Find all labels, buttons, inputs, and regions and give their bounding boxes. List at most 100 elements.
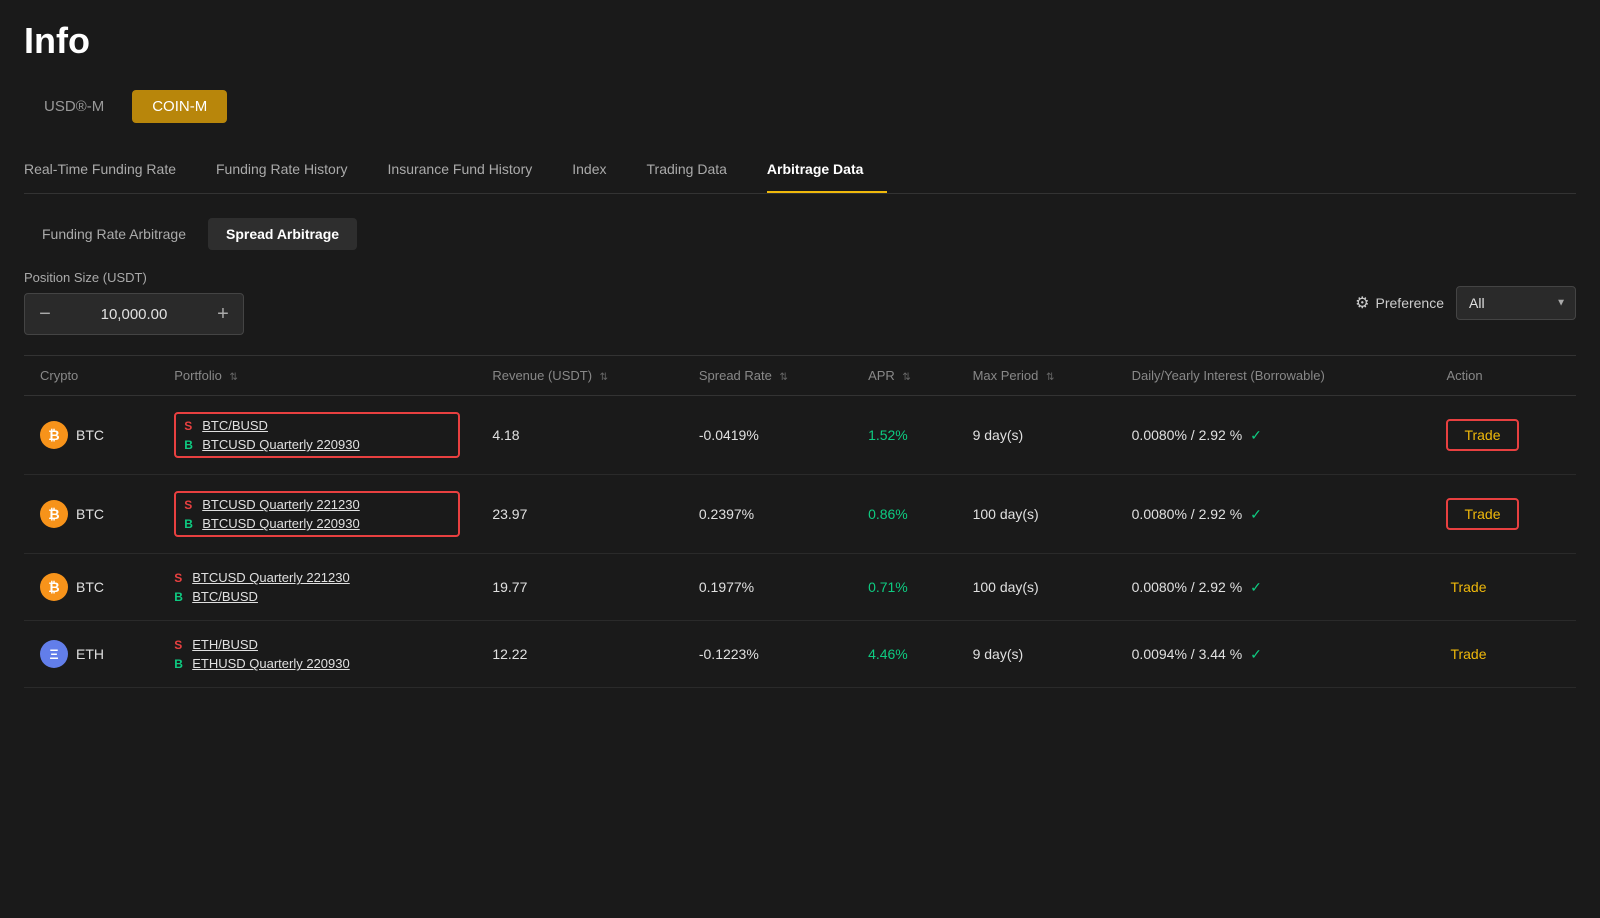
buy-badge: B (174, 590, 186, 604)
filter-select[interactable]: All BTC ETH BNB XRP (1456, 286, 1576, 320)
col-spread-rate[interactable]: Spread Rate ⇅ (683, 356, 852, 396)
action-cell: Trade (1430, 621, 1576, 688)
tab-realtime[interactable]: Real-Time Funding Rate (24, 151, 200, 193)
check-icon: ✓ (1250, 646, 1262, 662)
sell-badge: S (184, 498, 196, 512)
check-icon: ✓ (1250, 579, 1262, 595)
col-apr[interactable]: APR ⇅ (852, 356, 957, 396)
max-period-cell: 9 day(s) (957, 396, 1116, 475)
market-tab-coinm[interactable]: COIN-M (132, 90, 227, 123)
table-row: ΞETH S ETH/BUSD B ETHUSD Quarterly 220930 12.… (24, 621, 1576, 688)
position-input-row: − 10,000.00 + (24, 293, 244, 335)
trade-button[interactable]: Trade (1446, 640, 1490, 668)
sell-pair-link[interactable]: BTCUSD Quarterly 221230 (202, 497, 360, 512)
tab-index[interactable]: Index (572, 151, 630, 193)
portfolio-cell: S BTCUSD Quarterly 221230 B BTC/BUSD (158, 554, 476, 621)
tab-insurance-history[interactable]: Insurance Fund History (388, 151, 557, 193)
revenue-cell: 4.18 (476, 396, 683, 475)
sub-tab-group: Funding Rate Arbitrage Spread Arbitrage (24, 218, 1576, 250)
eth-icon: Ξ (40, 640, 68, 668)
buy-badge: B (184, 438, 196, 452)
action-cell: Trade (1430, 396, 1576, 475)
daily-yearly-cell: 0.0080% / 2.92 % ✓ (1116, 475, 1431, 554)
crypto-label: BTC (76, 506, 104, 522)
sub-tab-spread-arb[interactable]: Spread Arbitrage (208, 218, 357, 250)
check-icon: ✓ (1250, 506, 1262, 522)
revenue-cell: 12.22 (476, 621, 683, 688)
sell-badge: S (174, 571, 186, 585)
sell-badge: S (184, 419, 196, 433)
preference-icon: ⚙ (1355, 293, 1369, 313)
page-title: Info (24, 20, 1576, 62)
portfolio-cell: S ETH/BUSD B ETHUSD Quarterly 220930 (158, 621, 476, 688)
buy-pair-link[interactable]: BTCUSD Quarterly 220930 (202, 437, 360, 452)
check-icon: ✓ (1250, 427, 1262, 443)
max-period-cell: 100 day(s) (957, 475, 1116, 554)
col-portfolio[interactable]: Portfolio ⇅ (158, 356, 476, 396)
sell-badge: S (174, 638, 186, 652)
trade-button[interactable]: Trade (1446, 498, 1518, 530)
tab-arbitrage-data[interactable]: Arbitrage Data (767, 151, 887, 193)
spread-rate-cell: 0.2397% (683, 475, 852, 554)
action-cell: Trade (1430, 554, 1576, 621)
crypto-cell: ₿BTC (24, 554, 158, 621)
position-section: Position Size (USDT) − 10,000.00 + (24, 270, 244, 335)
max-period-cell: 9 day(s) (957, 621, 1116, 688)
tab-funding-history[interactable]: Funding Rate History (216, 151, 372, 193)
apr-cell: 4.46% (852, 621, 957, 688)
position-increment-button[interactable]: + (203, 294, 243, 334)
spread-rate-sort-icon: ⇅ (779, 372, 787, 383)
spread-rate-cell: -0.0419% (683, 396, 852, 475)
crypto-label: BTC (76, 427, 104, 443)
position-decrement-button[interactable]: − (25, 294, 65, 334)
table-row: ₿ BTC S BTC/BUSD B BTCUSD Quarterly 220930 4.1… (24, 396, 1576, 475)
apr-cell: 1.52% (852, 396, 957, 475)
btc-icon: ₿ (40, 421, 68, 449)
col-revenue[interactable]: Revenue (USDT) ⇅ (476, 356, 683, 396)
portfolio-cell: SBTCUSD Quarterly 221230BBTCUSD Quarterl… (158, 475, 476, 554)
apr-cell: 0.71% (852, 554, 957, 621)
crypto-cell: ΞETH (24, 621, 158, 688)
preference-label: Preference (1376, 295, 1444, 311)
sell-pair-link[interactable]: BTCUSD Quarterly 221230 (192, 570, 350, 585)
daily-yearly-cell: 0.0094% / 3.44 % ✓ (1116, 621, 1431, 688)
crypto-cell: ₿ BTC (24, 475, 158, 554)
crypto-cell: ₿ BTC (24, 396, 158, 475)
col-action: Action (1430, 356, 1576, 396)
buy-pair-link[interactable]: BTC/BUSD (192, 589, 258, 604)
spread-rate-cell: 0.1977% (683, 554, 852, 621)
btc-icon: ₿ (40, 500, 68, 528)
action-cell: Trade (1430, 475, 1576, 554)
sell-pair-link[interactable]: ETH/BUSD (192, 637, 258, 652)
market-tab-usdm[interactable]: USD®-M (24, 90, 124, 123)
controls-row: Position Size (USDT) − 10,000.00 + ⚙ Pre… (24, 270, 1576, 335)
buy-pair-link[interactable]: ETHUSD Quarterly 220930 (192, 656, 350, 671)
tab-trading-data[interactable]: Trading Data (647, 151, 751, 193)
preference-button[interactable]: ⚙ Preference (1355, 293, 1444, 313)
trade-button[interactable]: Trade (1446, 419, 1518, 451)
revenue-cell: 19.77 (476, 554, 683, 621)
nav-tab-group: Real-Time Funding Rate Funding Rate Hist… (24, 151, 1576, 194)
table-row: ₿BTCSBTCUSD Quarterly 221230BBTCUSD Quar… (24, 475, 1576, 554)
daily-yearly-cell: 0.0080% / 2.92 % ✓ (1116, 396, 1431, 475)
portfolio-cell: S BTC/BUSD B BTCUSD Quarterly 220930 (158, 396, 476, 475)
buy-badge: B (174, 657, 186, 671)
buy-pair-link[interactable]: BTCUSD Quarterly 220930 (202, 516, 360, 531)
btc-icon: ₿ (40, 573, 68, 601)
revenue-cell: 23.97 (476, 475, 683, 554)
col-max-period[interactable]: Max Period ⇅ (957, 356, 1116, 396)
trade-button[interactable]: Trade (1446, 573, 1490, 601)
market-tab-group: USD®-M COIN-M (24, 90, 1576, 123)
sub-tab-funding-arb[interactable]: Funding Rate Arbitrage (24, 218, 204, 250)
col-daily-yearly: Daily/Yearly Interest (Borrowable) (1116, 356, 1431, 396)
spread-rate-cell: -0.1223% (683, 621, 852, 688)
right-controls: ⚙ Preference All BTC ETH BNB XRP (1355, 286, 1576, 320)
max-period-sort-icon: ⇅ (1046, 372, 1054, 383)
sell-pair-link[interactable]: BTC/BUSD (202, 418, 268, 433)
portfolio-sort-icon: ⇅ (230, 372, 238, 383)
position-label: Position Size (USDT) (24, 270, 244, 285)
apr-cell: 0.86% (852, 475, 957, 554)
col-crypto: Crypto (24, 356, 158, 396)
daily-yearly-cell: 0.0080% / 2.92 % ✓ (1116, 554, 1431, 621)
position-value: 10,000.00 (65, 306, 203, 323)
